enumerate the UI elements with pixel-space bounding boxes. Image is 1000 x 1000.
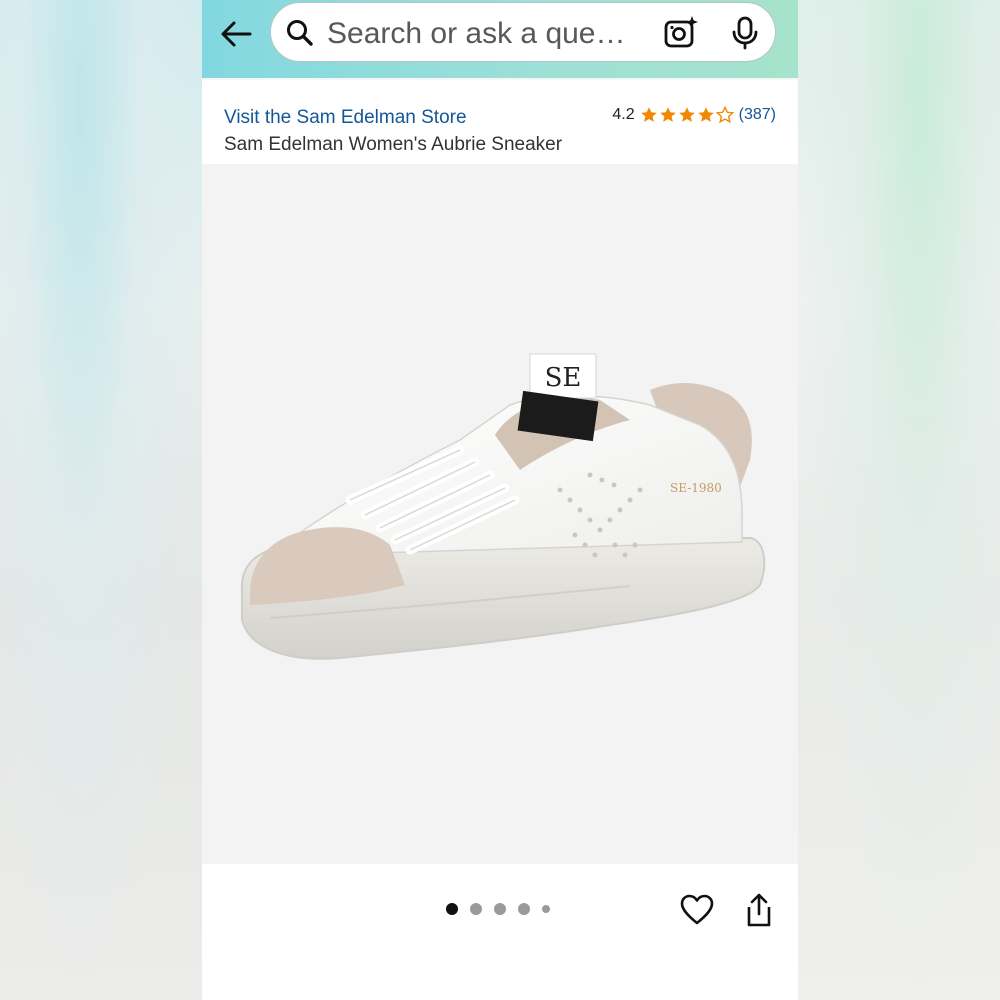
- side-print-text: SE-1980: [670, 481, 722, 495]
- heart-icon[interactable]: [680, 894, 714, 926]
- image-actions-bar: [202, 864, 798, 1000]
- review-count: (387): [738, 106, 776, 123]
- carousel-dot[interactable]: [518, 903, 530, 915]
- search-placeholder: Search or ask a que…: [327, 17, 626, 50]
- carousel-dot[interactable]: [470, 903, 482, 915]
- tongue-logo-text: SE: [545, 363, 582, 393]
- star-full-icon: [659, 107, 676, 122]
- star-full-icon: [678, 107, 695, 122]
- product-image[interactable]: SE SE-1980: [202, 164, 798, 864]
- star-full-icon: [640, 107, 657, 122]
- product-header: Visit the Sam Edelman Store 4.2 (387) Sa…: [202, 80, 798, 164]
- top-search-bar: Search or ask a que…: [202, 0, 798, 78]
- carousel-dot[interactable]: [542, 905, 550, 913]
- search-input[interactable]: Search or ask a que…: [270, 2, 776, 62]
- back-button[interactable]: [216, 16, 256, 52]
- search-icon: [287, 20, 313, 46]
- rating-number: 4.2: [612, 106, 635, 123]
- sneaker-image: SE SE-1980: [240, 353, 766, 660]
- star-rating: [640, 106, 734, 124]
- rating-summary[interactable]: 4.2 (387): [612, 106, 776, 124]
- camera-icon[interactable]: [663, 15, 699, 51]
- product-title: Sam Edelman Women's Aubrie Sneaker: [224, 134, 563, 155]
- back-arrow-icon: [221, 21, 252, 47]
- share-icon[interactable]: [744, 892, 774, 928]
- star-full-icon: [697, 107, 714, 122]
- visit-store-link[interactable]: Visit the Sam Edelman Store: [224, 107, 467, 129]
- star-empty-icon: [715, 106, 734, 124]
- background-blur-right: [798, 0, 1000, 1000]
- phone-screen: Search or ask a que… Visit the Sam Edelm…: [202, 0, 798, 1000]
- carousel-dot-active[interactable]: [446, 903, 458, 915]
- image-carousel-dots[interactable]: [446, 903, 550, 915]
- microphone-icon[interactable]: [729, 16, 761, 50]
- background-blur-left: [0, 0, 202, 1000]
- carousel-dot[interactable]: [494, 903, 506, 915]
